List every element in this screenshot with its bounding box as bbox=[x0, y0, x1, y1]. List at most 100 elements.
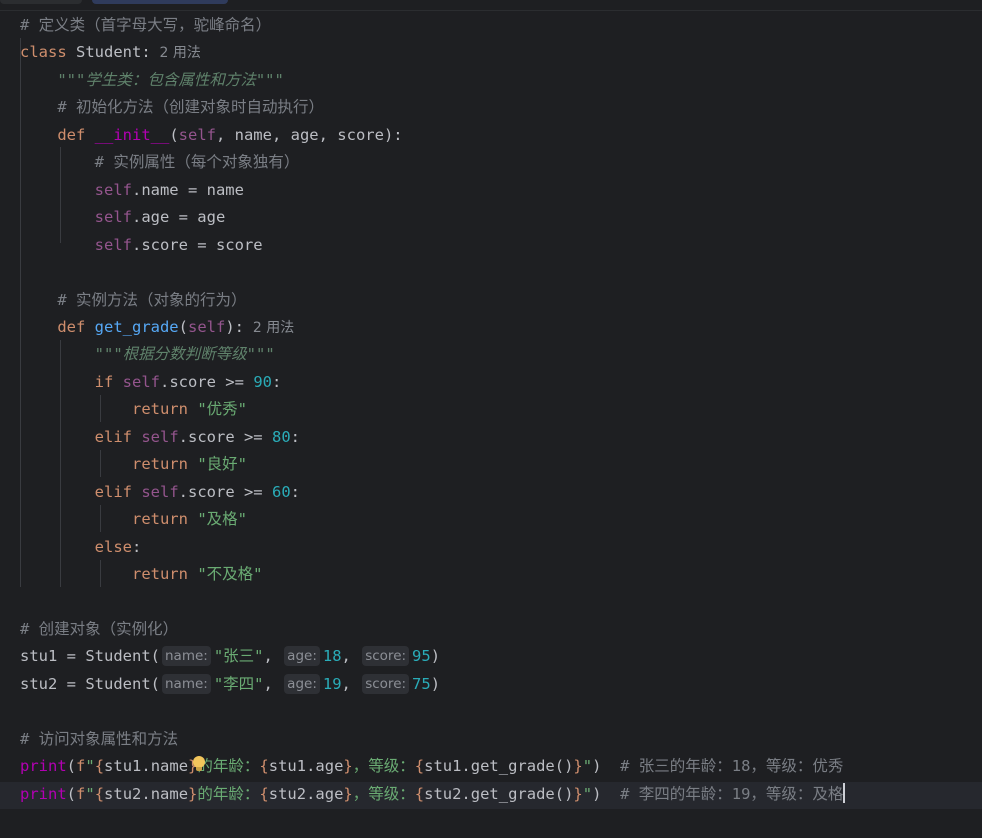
code-line[interactable]: def __init__(self, name, age, score): bbox=[20, 122, 403, 149]
code-token: return bbox=[131, 400, 198, 419]
code-token: stu1 = Student( bbox=[20, 647, 160, 666]
code-token: ) bbox=[430, 647, 441, 666]
code-token: "张三" bbox=[213, 647, 264, 666]
code-token: 19 bbox=[322, 674, 342, 693]
code-line[interactable]: def get_grade(self): 2 用法 bbox=[20, 314, 294, 341]
code-token: return bbox=[131, 565, 198, 583]
code-token: ，等级： bbox=[352, 784, 415, 803]
code-line[interactable]: elif self.score >= 60: bbox=[20, 479, 300, 506]
code-token: } bbox=[188, 784, 198, 803]
code-line[interactable]: return "优秀" bbox=[20, 396, 247, 423]
code-line[interactable]: self.name = name bbox=[20, 177, 244, 204]
code-token: "李四" bbox=[213, 674, 264, 693]
code-line[interactable]: stu2 = Student(name: "李四", age: 19, score:… bbox=[20, 671, 440, 698]
lightbulb-icon[interactable] bbox=[193, 756, 205, 772]
code-token: , bbox=[341, 674, 361, 693]
code-line[interactable]: # 定义类（首字母大写，驼峰命名） bbox=[20, 12, 271, 39]
code-token: " bbox=[582, 757, 593, 776]
code-line[interactable]: class Student: 2 用法 bbox=[20, 39, 201, 66]
code-token: , name, age, score): bbox=[215, 125, 403, 144]
code-token: """学生类：包含属性和方法""" bbox=[57, 70, 284, 89]
code-line[interactable]: if self.score >= 90: bbox=[20, 369, 282, 396]
code-line[interactable]: print(f"{stu1.name}的年龄：{stu1.age}，等级：{st… bbox=[20, 753, 843, 780]
parameter-hint: age: bbox=[284, 646, 320, 667]
code-line[interactable]: else: bbox=[20, 534, 142, 561]
code-token: f bbox=[76, 784, 86, 803]
code-token: elif bbox=[94, 482, 142, 501]
code-token: # 实例方法（对象的行为） bbox=[57, 290, 247, 309]
code-token: stu1.get_grade() bbox=[424, 757, 574, 776]
code-line[interactable]: return "良好" bbox=[20, 451, 247, 478]
usage-hint[interactable]: 2 用法 bbox=[151, 45, 201, 61]
code-token: def bbox=[57, 317, 95, 336]
code-token: } bbox=[343, 784, 353, 803]
code-token: 95 bbox=[412, 647, 431, 666]
code-token: 75 bbox=[412, 674, 431, 693]
code-line[interactable]: elif self.score >= 80: bbox=[20, 424, 300, 451]
code-line[interactable]: # 访问对象属性和方法 bbox=[20, 726, 178, 753]
code-token: ( bbox=[66, 784, 77, 803]
code-token: self bbox=[94, 208, 132, 227]
parameter-hint: score: bbox=[362, 673, 410, 694]
editor-tab-active[interactable] bbox=[92, 0, 228, 4]
code-line[interactable]: """根据分数判断等级""" bbox=[20, 341, 275, 368]
code-line[interactable]: # 创建对象（实例化） bbox=[20, 616, 178, 643]
code-token: , bbox=[341, 647, 361, 666]
code-token: { bbox=[259, 784, 269, 803]
editor-tab[interactable] bbox=[0, 0, 82, 4]
usage-hint[interactable]: 2 用法 bbox=[244, 320, 294, 336]
code-token: stu1.name bbox=[104, 757, 189, 776]
code-token: 80 bbox=[271, 427, 291, 446]
code-line[interactable]: # 实例方法（对象的行为） bbox=[20, 287, 247, 314]
code-token: 的年龄： bbox=[197, 784, 260, 803]
code-token: , bbox=[263, 674, 283, 693]
code-token: " bbox=[582, 784, 593, 803]
code-token: { bbox=[94, 757, 105, 776]
code-token: # 李四的年龄：19，等级：及格 bbox=[620, 784, 844, 803]
code-token: .score = score bbox=[131, 235, 263, 254]
code-token: stu2.name bbox=[104, 784, 189, 803]
code-token: stu1.age bbox=[268, 757, 344, 776]
code-token: # 创建对象（实例化） bbox=[20, 619, 179, 638]
code-token: else bbox=[94, 537, 132, 556]
code-line[interactable]: stu1 = Student(name: "张三", age: 18, score:… bbox=[20, 643, 440, 670]
code-line[interactable]: # 实例属性（每个对象独有） bbox=[20, 149, 300, 176]
code-line[interactable]: return "及格" bbox=[20, 506, 247, 533]
code-token: print bbox=[20, 784, 67, 803]
code-token: stu2.age bbox=[268, 784, 344, 803]
code-token: " bbox=[85, 757, 95, 776]
code-token: : bbox=[290, 482, 300, 501]
code-token: ): bbox=[225, 317, 244, 336]
code-token: self bbox=[141, 482, 179, 501]
code-token: .name = name bbox=[131, 180, 244, 199]
code-line[interactable]: return "不及格" bbox=[20, 561, 263, 588]
code-token: Student: bbox=[76, 43, 151, 62]
code-token: ( bbox=[178, 317, 188, 336]
code-line[interactable]: """学生类：包含属性和方法""" bbox=[20, 67, 284, 94]
code-token: self bbox=[141, 427, 179, 446]
code-token: : bbox=[131, 537, 142, 556]
text-cursor bbox=[843, 782, 846, 803]
code-line[interactable]: print(f"{stu2.name}的年龄：{stu2.age}，等级：{st… bbox=[20, 781, 846, 808]
code-token: { bbox=[94, 784, 105, 803]
code-line[interactable]: self.age = age bbox=[20, 204, 226, 231]
code-line[interactable]: self.score = score bbox=[20, 232, 263, 259]
code-token: if bbox=[94, 372, 123, 391]
code-token: 18 bbox=[322, 647, 342, 666]
parameter-hint: name: bbox=[161, 646, 211, 667]
code-editor[interactable]: # 定义类（首字母大写，驼峰命名） class Student: 2 用法 """… bbox=[0, 11, 982, 838]
code-line[interactable]: # 初始化方法（创建对象时自动执行） bbox=[20, 94, 324, 121]
